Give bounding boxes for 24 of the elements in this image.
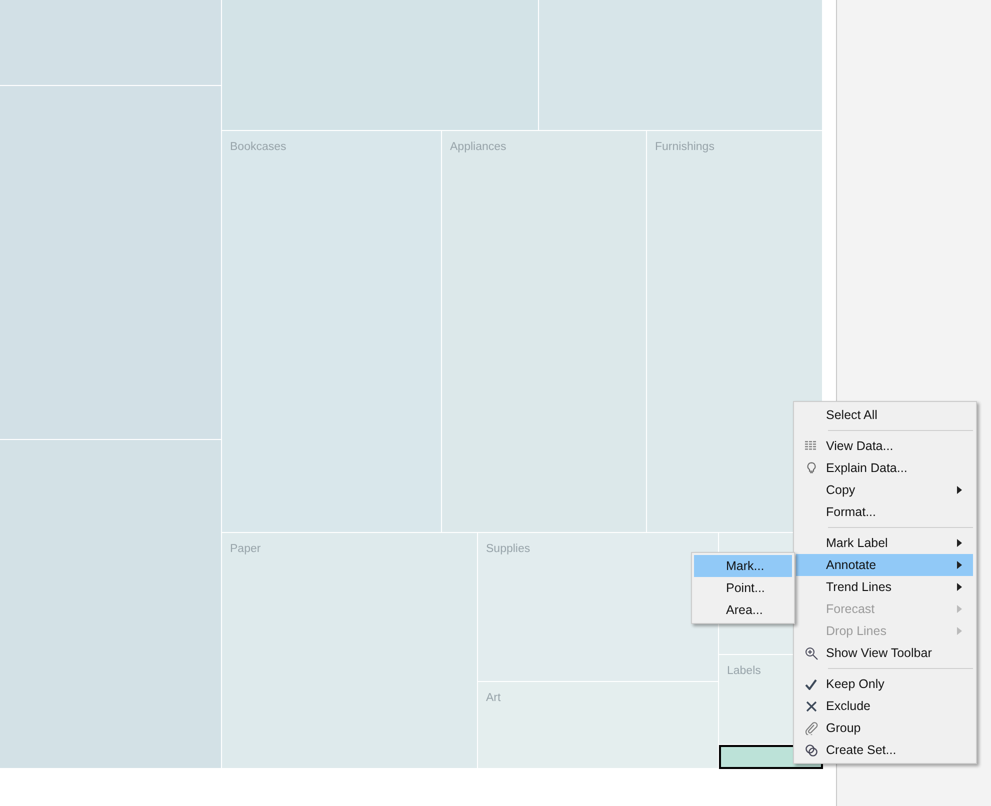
- submenu-arrow-icon: [957, 583, 962, 591]
- tile-label: Paper: [230, 543, 261, 555]
- menu-item[interactable]: Trend Lines: [796, 576, 973, 598]
- menu-item[interactable]: Mark...: [694, 555, 792, 577]
- submenu-arrow-icon: [957, 486, 962, 494]
- submenu-arrow-icon: [957, 605, 962, 613]
- close-icon: [806, 700, 816, 712]
- submenu-arrow-icon: [957, 627, 962, 635]
- tile-label: Art: [486, 692, 501, 704]
- table-icon: [805, 441, 817, 451]
- tile-label: Furnishings: [655, 141, 714, 153]
- tile-label: Bookcases: [230, 141, 286, 153]
- checkmark-icon: [805, 678, 817, 690]
- tile-label: Labels: [727, 665, 761, 677]
- tile-label: Supplies: [486, 543, 530, 555]
- zoom-in-icon: [804, 646, 818, 660]
- menu-item[interactable]: Annotate: [796, 554, 973, 576]
- tile-label: Appliances: [450, 141, 506, 153]
- submenu-arrow-icon: [957, 539, 962, 547]
- lightbulb-icon: [806, 462, 816, 474]
- menu-item[interactable]: Mark Label: [796, 532, 973, 554]
- overlap-circles-icon: [804, 744, 818, 756]
- submenu-arrow-icon: [957, 561, 962, 569]
- paperclip-icon: [804, 722, 818, 734]
